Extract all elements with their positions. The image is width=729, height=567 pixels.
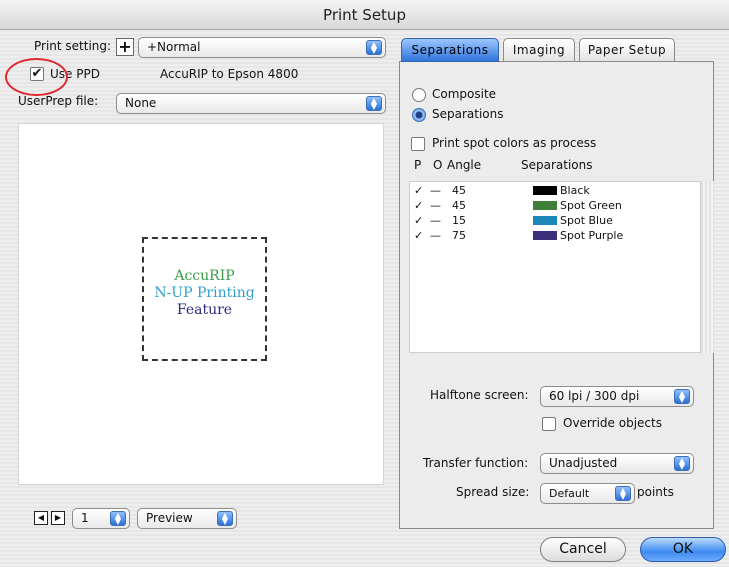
popup-arrows-icon: ▲ ▼ xyxy=(674,389,690,404)
userprep-popup[interactable]: None ▲ ▼ xyxy=(116,93,386,114)
halftone-value: 60 lpi / 300 dpi xyxy=(549,389,640,403)
print-setting-label: Print setting: xyxy=(34,39,112,53)
highlight-circle xyxy=(5,58,68,96)
overprint-dash[interactable]: — xyxy=(430,183,441,198)
transfer-label: Transfer function: xyxy=(423,456,529,470)
popup-arrows-icon: ▲ ▼ xyxy=(366,96,382,111)
print-spot-label: Print spot colors as process xyxy=(432,136,597,150)
separation-name: Spot Blue xyxy=(560,214,613,227)
overprint-dash[interactable]: — xyxy=(430,213,441,228)
header-o: O xyxy=(433,158,443,172)
override-checkbox[interactable] xyxy=(542,417,556,431)
popup-arrows-icon: ▲ ▼ xyxy=(366,40,382,55)
tab-imaging[interactable]: Imaging xyxy=(503,38,575,62)
preview-line-1: AccuRIP xyxy=(174,268,235,284)
preview-line-2: N-UP Printing xyxy=(154,285,255,301)
spread-label: Spread size: xyxy=(456,485,530,499)
header-angle: Angle xyxy=(447,158,482,172)
userprep-value: None xyxy=(125,96,157,110)
overprint-dash[interactable]: — xyxy=(430,228,441,243)
popup-arrows-icon: ▲ ▼ xyxy=(615,486,631,501)
composite-radio[interactable] xyxy=(412,88,426,102)
popup-arrows-icon: ▲ ▼ xyxy=(217,511,233,526)
overprint-dash[interactable]: — xyxy=(430,198,441,213)
print-spot-checkbox[interactable] xyxy=(411,137,425,151)
ppd-name: AccuRIP to Epson 4800 xyxy=(160,67,299,81)
separations-radio[interactable] xyxy=(412,108,426,122)
angle-value: 75 xyxy=(452,229,466,242)
print-check-icon[interactable]: ✓ xyxy=(414,198,423,213)
spread-unit: points xyxy=(637,485,674,499)
view-value: Preview xyxy=(146,511,193,525)
spread-popup[interactable]: Default ▲ ▼ xyxy=(540,483,635,504)
composite-label: Composite xyxy=(432,87,497,101)
page-value: 1 xyxy=(81,511,89,525)
print-check-icon[interactable]: ✓ xyxy=(414,183,423,198)
override-label: Override objects xyxy=(563,416,662,430)
list-item[interactable]: ✓ — 45 Black xyxy=(410,183,700,198)
spread-value: Default xyxy=(549,487,590,500)
halftone-label: Halftone screen: xyxy=(430,388,529,402)
separations-label: Separations xyxy=(432,107,504,121)
print-setting-popup[interactable]: +Normal ▲ ▼ xyxy=(138,37,386,58)
popup-arrows-icon: ▲ ▼ xyxy=(674,456,690,471)
popup-arrows-icon: ▲ ▼ xyxy=(110,511,126,526)
list-scrollbar[interactable] xyxy=(700,181,714,353)
ok-button[interactable]: OK xyxy=(640,537,726,562)
preview-line-3: Feature xyxy=(176,302,233,318)
color-swatch xyxy=(533,186,557,195)
print-setting-value: +Normal xyxy=(147,40,201,54)
color-swatch xyxy=(533,231,557,240)
transfer-popup[interactable]: Unadjusted ▲ ▼ xyxy=(540,453,694,474)
print-check-icon[interactable]: ✓ xyxy=(414,213,423,228)
list-item[interactable]: ✓ — 75 Spot Purple xyxy=(410,228,700,243)
halftone-popup[interactable]: 60 lpi / 300 dpi ▲ ▼ xyxy=(540,386,694,407)
angle-value: 45 xyxy=(452,199,466,212)
color-swatch xyxy=(533,201,557,210)
print-check-icon[interactable]: ✓ xyxy=(414,228,423,243)
angle-value: 45 xyxy=(452,184,466,197)
tab-paper-setup[interactable]: Paper Setup xyxy=(579,38,675,62)
separations-list[interactable]: ✓ — 45 Black ✓ — 45 Spot Green ✓ — 15 Sp… xyxy=(409,181,704,353)
separation-name: Spot Green xyxy=(560,199,622,212)
page-popup[interactable]: 1 ▲ ▼ xyxy=(72,508,130,529)
prev-page-button[interactable]: ◀ xyxy=(34,511,48,525)
separation-name: Black xyxy=(560,184,590,197)
header-p: P xyxy=(414,158,422,172)
transfer-value: Unadjusted xyxy=(549,456,618,470)
color-swatch xyxy=(533,216,557,225)
view-popup[interactable]: Preview ▲ ▼ xyxy=(137,508,237,529)
separation-name: Spot Purple xyxy=(560,229,624,242)
userprep-label: UserPrep file: xyxy=(18,94,99,108)
list-item[interactable]: ✓ — 15 Spot Blue xyxy=(410,213,700,228)
angle-value: 15 xyxy=(452,214,466,227)
window-title: Print Setup xyxy=(0,0,729,30)
header-separations: Separations xyxy=(521,158,593,172)
cancel-button[interactable]: Cancel xyxy=(540,537,626,562)
next-page-button[interactable]: ▶ xyxy=(51,511,65,525)
add-setting-button[interactable]: + xyxy=(116,38,134,56)
tab-separations[interactable]: Separations xyxy=(401,38,499,62)
list-item[interactable]: ✓ — 45 Spot Green xyxy=(410,198,700,213)
